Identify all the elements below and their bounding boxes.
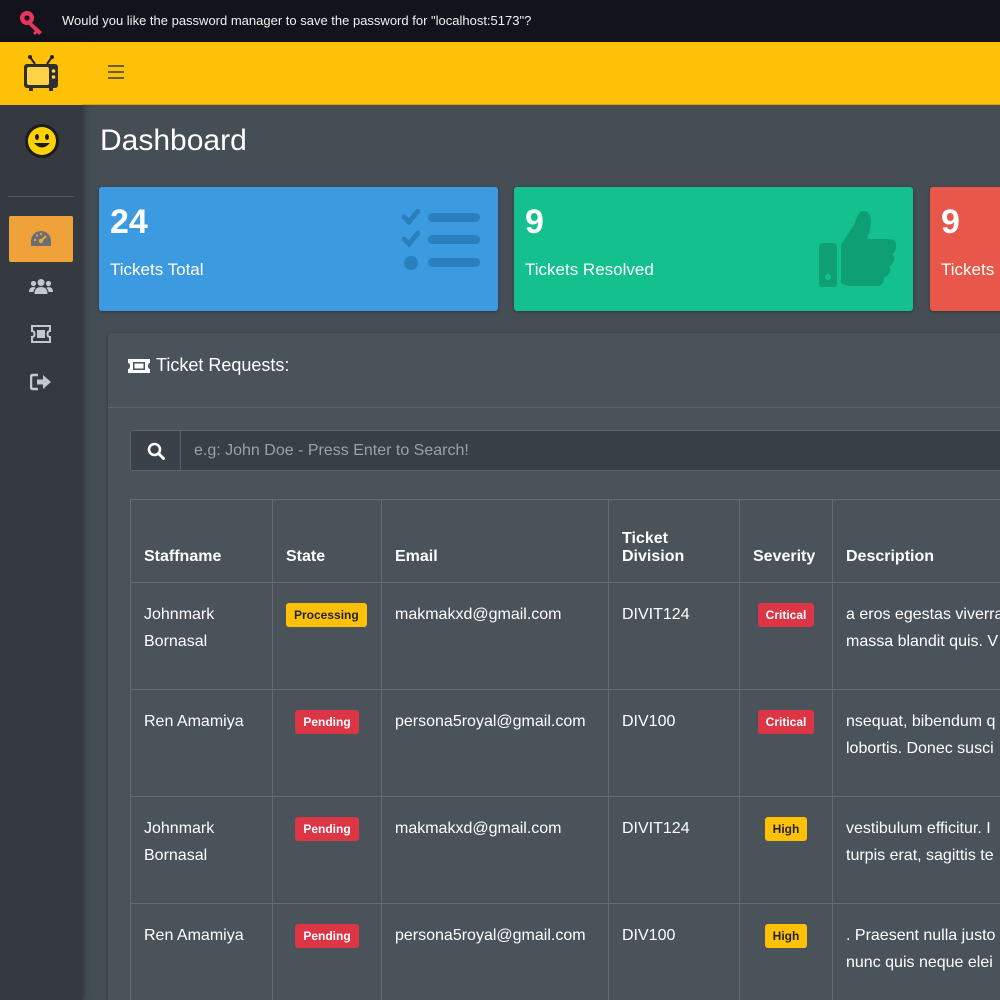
cell-state: Pending: [272, 903, 382, 1000]
state-badge: Processing: [286, 603, 367, 627]
cell-division: DIV100: [608, 689, 740, 797]
list-check-icon: [402, 209, 480, 270]
cell-state: Processing: [272, 582, 382, 690]
search-button[interactable]: [131, 431, 181, 470]
state-badge: Pending: [295, 710, 359, 734]
description-line: vestibulum efficitur. I: [846, 820, 991, 837]
column-header-email[interactable]: Email: [381, 499, 609, 583]
search-bar: [130, 430, 1000, 471]
ticket-requests-card: Ticket Requests: Staffname State Email: [108, 333, 1000, 1000]
stat-label: Tickets Resolved: [525, 260, 654, 279]
card-title-text: Ticket Requests:: [156, 355, 290, 375]
table-row[interactable]: Johnmark Bornasal Pending makmakxd@gmail…: [130, 796, 1000, 904]
sidebar-item-tickets[interactable]: [9, 311, 73, 357]
severity-badge: High: [764, 817, 808, 841]
sidebar-item-logout[interactable]: [9, 359, 73, 405]
description-line: massa blandit quis. V: [846, 633, 999, 650]
stat-label: Tickets I: [941, 260, 1000, 279]
cell-division: DIVIT124: [608, 582, 740, 690]
password-save-prompt: Would you like the password manager to s…: [62, 13, 532, 28]
ticket-admin-icon: [31, 325, 51, 343]
cell-staffname: Ren Amamiya: [130, 903, 273, 1000]
search-icon: [147, 442, 165, 460]
cell-severity: Critical: [739, 689, 833, 797]
card-title: Ticket Requests:: [128, 355, 289, 376]
cell-email: makmakxd@gmail.com: [381, 582, 609, 690]
cell-state: Pending: [272, 689, 382, 797]
stat-value: 24: [110, 203, 148, 241]
column-header-state[interactable]: State: [272, 499, 382, 583]
severity-badge: High: [764, 924, 808, 948]
cell-description: vestibulum efficitur. I turpis erat, sag…: [832, 796, 1000, 904]
menu-toggle-icon[interactable]: [108, 65, 124, 79]
column-header-severity[interactable]: Severity: [739, 499, 833, 583]
stat-value: 9: [941, 203, 960, 241]
description-line: . Praesent nulla justo: [846, 927, 996, 944]
stat-label: Tickets Total: [110, 260, 204, 279]
page-title: Dashboard: [100, 124, 247, 157]
description-line: nsequat, bibendum q: [846, 713, 996, 730]
top-navbar: [82, 42, 1000, 105]
column-header-division[interactable]: Ticket Division: [608, 499, 740, 583]
cell-staffname: Johnmark Bornasal: [130, 582, 273, 690]
tickets-table: Staffname State Email Ticket Division Se…: [130, 499, 1000, 1000]
cell-division: DIVIT124: [608, 796, 740, 904]
severity-badge: Critical: [757, 710, 815, 734]
cell-severity: High: [739, 796, 833, 904]
sidebar-item-users[interactable]: [9, 263, 73, 309]
password-manager-bar: Would you like the password manager to s…: [0, 0, 1000, 42]
cell-description: . Praesent nulla justo nunc quis neque e…: [832, 903, 1000, 1000]
search-input[interactable]: [181, 431, 1000, 470]
cell-email: makmakxd@gmail.com: [381, 796, 609, 904]
state-badge: Pending: [295, 817, 359, 841]
tv-logo-icon: [24, 54, 58, 91]
cell-severity: High: [739, 903, 833, 1000]
stat-box-tickets-third: 9 Tickets I: [930, 187, 1000, 311]
stat-value: 9: [525, 203, 544, 241]
table-row[interactable]: Johnmark Bornasal Processing makmakxd@gm…: [130, 582, 1000, 690]
stat-box-tickets-total: 24 Tickets Total: [99, 187, 498, 311]
sidebar: [0, 42, 82, 1000]
cell-staffname: Johnmark Bornasal: [130, 796, 273, 904]
ticket-icon: [128, 358, 150, 373]
stat-box-tickets-resolved: 9 Tickets Resolved: [514, 187, 913, 311]
card-header: Ticket Requests:: [108, 333, 1000, 408]
cell-state: Pending: [272, 796, 382, 904]
sidebar-divider: [8, 196, 74, 197]
description-line: nunc quis neque elei: [846, 954, 993, 971]
table-header-row: Staffname State Email Ticket Division Se…: [130, 499, 1000, 583]
smiley-avatar-icon[interactable]: [24, 123, 60, 159]
sign-out-icon: [30, 373, 51, 391]
key-icon: [20, 11, 42, 35]
tachometer-icon: [31, 231, 51, 246]
cell-email: persona5royal@gmail.com: [381, 689, 609, 797]
sidebar-item-dashboard[interactable]: [9, 216, 73, 262]
cell-staffname: Ren Amamiya: [130, 689, 273, 797]
description-line: turpis erat, sagittis te: [846, 847, 994, 864]
severity-badge: Critical: [757, 603, 815, 627]
cell-description: a eros egestas viverra massa blandit qui…: [832, 582, 1000, 690]
brand-logo[interactable]: [0, 42, 82, 105]
table-row[interactable]: Ren Amamiya Pending persona5royal@gmail.…: [130, 903, 1000, 1000]
description-line: a eros egestas viverra: [846, 606, 1000, 623]
cell-division: DIV100: [608, 903, 740, 1000]
cell-severity: Critical: [739, 582, 833, 690]
thumbs-up-icon: [819, 211, 897, 287]
users-icon: [29, 279, 53, 294]
description-line: lobortis. Donec susci: [846, 740, 994, 757]
column-header-staffname[interactable]: Staffname: [130, 499, 273, 583]
cell-description: nsequat, bibendum q lobortis. Donec susc…: [832, 689, 1000, 797]
table-row[interactable]: Ren Amamiya Pending persona5royal@gmail.…: [130, 689, 1000, 797]
cell-email: persona5royal@gmail.com: [381, 903, 609, 1000]
state-badge: Pending: [295, 924, 359, 948]
column-header-description[interactable]: Description: [832, 499, 1000, 583]
